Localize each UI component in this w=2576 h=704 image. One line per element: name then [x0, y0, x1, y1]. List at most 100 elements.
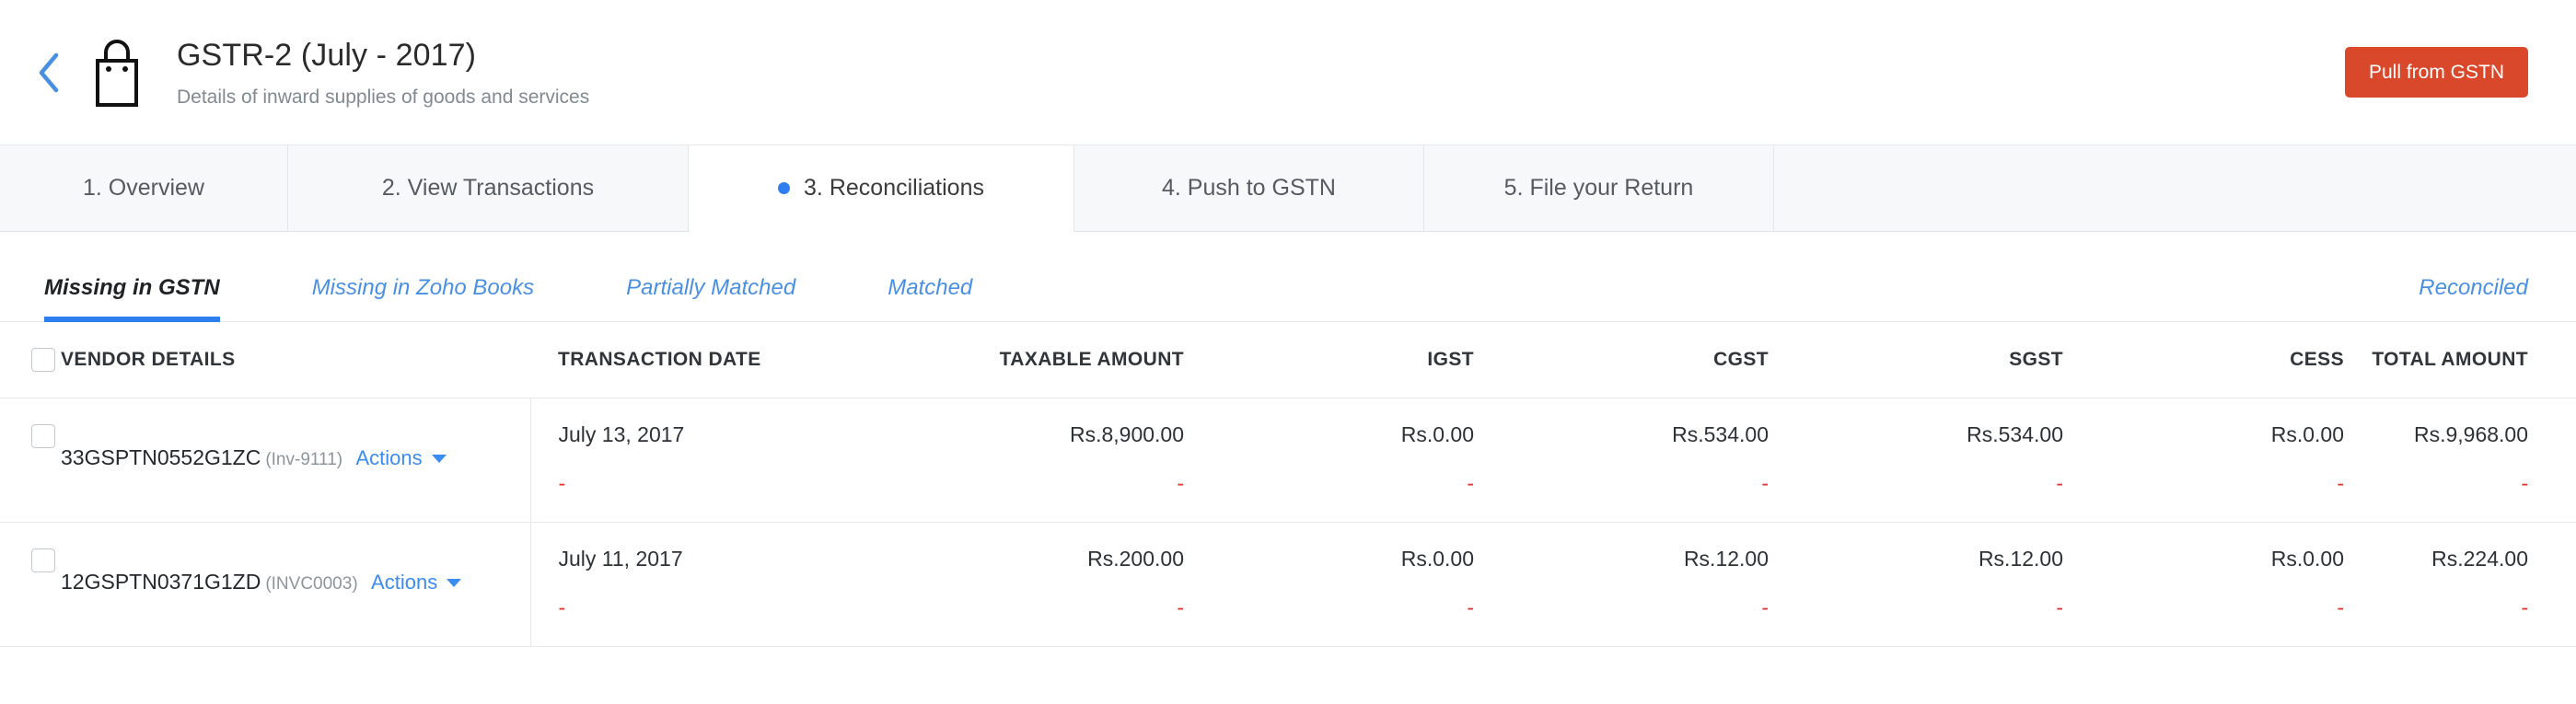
cell-igst: Rs.0.00 -	[1212, 522, 1506, 647]
taxable-amount-value: Rs.200.00	[1087, 547, 1184, 571]
cell-sgst: Rs.12.00 -	[1801, 522, 2095, 647]
chevron-left-icon	[37, 52, 61, 94]
table-head: VENDOR DETAILS TRANSACTION DATE TAXABLE …	[0, 322, 2576, 398]
tab-push-to-gstn[interactable]: 4. Push to GSTN	[1074, 145, 1424, 231]
cell-sgst: Rs.534.00 -	[1801, 398, 2095, 523]
cgst-placeholder: -	[1761, 471, 1769, 495]
igst-placeholder: -	[1467, 471, 1474, 495]
subtab-missing-in-gstn[interactable]: Missing in GSTN	[44, 275, 220, 322]
header-vendor-details: VENDOR DETAILS	[52, 322, 530, 398]
header-total-amount: TOTAL AMOUNT	[2372, 322, 2576, 398]
cell-total-amount: Rs.224.00 -	[2372, 522, 2576, 647]
total-amount-placeholder: -	[2521, 595, 2528, 619]
page-header: GSTR-2 (July - 2017) Details of inward s…	[0, 0, 2576, 145]
cell-vendor-details: 12GSPTN0371G1ZD (INVC0003) Actions	[52, 522, 531, 647]
table-header-row: VENDOR DETAILS TRANSACTION DATE TAXABLE …	[0, 322, 2576, 398]
sub-tabs: Missing in GSTN Missing in Zoho Books Pa…	[0, 232, 2576, 322]
total-amount-value: Rs.224.00	[2431, 547, 2528, 571]
header-cess: CESS	[2095, 322, 2372, 398]
page-subtitle: Details of inward supplies of goods and …	[177, 86, 590, 108]
table-row: 33GSPTN0552G1ZC (Inv-9111) Actions July 1…	[0, 398, 2576, 523]
cess-value: Rs.0.00	[2270, 422, 2344, 446]
tab-reconciliations[interactable]: 3. Reconciliations	[689, 145, 1074, 232]
cell-total-amount: Rs.9,968.00 -	[2372, 398, 2576, 523]
igst-placeholder: -	[1467, 595, 1474, 619]
total-amount-placeholder: -	[2521, 471, 2528, 495]
chevron-down-icon	[431, 454, 447, 463]
cell-cgst: Rs.534.00 -	[1506, 398, 1801, 523]
select-all-header	[0, 322, 55, 398]
cess-placeholder: -	[2337, 595, 2344, 619]
cess-value: Rs.0.00	[2270, 547, 2344, 571]
reconciled-link[interactable]: Reconciled	[2419, 275, 2528, 321]
taxable-amount-value: Rs.8,900.00	[1069, 422, 1184, 446]
cell-taxable-amount: Rs.200.00 -	[866, 522, 1212, 647]
tab-reconciliations-label: 3. Reconciliations	[804, 175, 984, 201]
subtab-missing-in-zoho-books[interactable]: Missing in Zoho Books	[312, 275, 534, 321]
cell-igst: Rs.0.00 -	[1212, 398, 1506, 523]
step-tabs-filler	[1774, 145, 2576, 231]
vendor-reference: (Inv-9111)	[265, 450, 343, 469]
back-button[interactable]	[31, 46, 66, 99]
table-row: 12GSPTN0371G1ZD (INVC0003) Actions July 1…	[0, 522, 2576, 647]
total-amount-value: Rs.9,968.00	[2413, 422, 2528, 446]
gstr2-reconciliations-page: GSTR-2 (July - 2017) Details of inward s…	[0, 0, 2576, 704]
cell-vendor-details: 33GSPTN0552G1ZC (Inv-9111) Actions	[52, 398, 531, 523]
transaction-date-placeholder: -	[558, 471, 566, 495]
cell-transaction-date: July 13, 2017 -	[530, 398, 866, 523]
row-checkbox[interactable]	[31, 424, 55, 448]
reconciliation-table: VENDOR DETAILS TRANSACTION DATE TAXABLE …	[0, 322, 2576, 647]
cgst-value: Rs.12.00	[1683, 547, 1769, 571]
igst-value: Rs.0.00	[1400, 422, 1474, 446]
vendor-gstin: 33GSPTN0552G1ZC	[61, 445, 261, 469]
cess-placeholder: -	[2337, 471, 2344, 495]
header-sgst: SGST	[1801, 322, 2095, 398]
title-block: GSTR-2 (July - 2017) Details of inward s…	[177, 36, 2345, 109]
taxable-amount-placeholder: -	[1177, 595, 1184, 619]
tab-push-to-gstn-label: 4. Push to GSTN	[1162, 175, 1336, 201]
header-igst: IGST	[1212, 322, 1506, 398]
subtab-partially-matched[interactable]: Partially Matched	[626, 275, 795, 321]
sgst-placeholder: -	[2056, 471, 2063, 495]
cell-taxable-amount: Rs.8,900.00 -	[866, 398, 1212, 523]
pull-from-gstn-button[interactable]: Pull from GSTN	[2344, 46, 2528, 98]
actions-label: Actions	[371, 571, 438, 594]
row-select-cell	[0, 398, 55, 523]
transaction-date-value: July 11, 2017	[558, 547, 683, 571]
tab-file-your-return-label: 5. File your Return	[1503, 175, 1694, 201]
active-step-dot-icon	[778, 182, 791, 194]
cgst-value: Rs.534.00	[1672, 422, 1769, 446]
subtab-matched[interactable]: Matched	[888, 275, 972, 321]
table-body: 33GSPTN0552G1ZC (Inv-9111) Actions July 1…	[0, 398, 2576, 647]
cell-cgst: Rs.12.00 -	[1506, 522, 1801, 647]
tab-view-transactions[interactable]: 2. View Transactions	[288, 145, 689, 231]
select-all-checkbox[interactable]	[31, 348, 55, 372]
cell-transaction-date: July 11, 2017 -	[530, 522, 866, 647]
actions-dropdown[interactable]: Actions	[371, 571, 462, 594]
sgst-placeholder: -	[2056, 595, 2063, 619]
cgst-placeholder: -	[1761, 595, 1769, 619]
sgst-value: Rs.534.00	[1967, 422, 2063, 446]
row-select-cell	[0, 522, 55, 647]
igst-value: Rs.0.00	[1400, 547, 1474, 571]
tab-file-your-return[interactable]: 5. File your Return	[1424, 145, 1774, 231]
cell-cess: Rs.0.00 -	[2095, 398, 2372, 523]
tab-overview[interactable]: 1. Overview	[0, 145, 288, 231]
chevron-down-icon	[447, 578, 462, 587]
header-taxable-amount: TAXABLE AMOUNT	[866, 322, 1212, 398]
taxable-amount-placeholder: -	[1177, 471, 1184, 495]
transaction-date-value: July 13, 2017	[558, 422, 685, 446]
tab-overview-label: 1. Overview	[83, 175, 204, 201]
step-tabs: 1. Overview 2. View Transactions 3. Reco…	[0, 145, 2576, 232]
cell-cess: Rs.0.00 -	[2095, 522, 2372, 647]
header-transaction-date: TRANSACTION DATE	[530, 322, 866, 398]
transaction-date-placeholder: -	[558, 595, 566, 619]
sgst-value: Rs.12.00	[1978, 547, 2063, 571]
header-cgst: CGST	[1506, 322, 1801, 398]
vendor-gstin: 12GSPTN0371G1ZD	[61, 570, 261, 594]
actions-dropdown[interactable]: Actions	[356, 446, 447, 470]
actions-label: Actions	[355, 446, 423, 469]
tab-view-transactions-label: 2. View Transactions	[381, 175, 595, 201]
page-title: GSTR-2 (July - 2017)	[177, 38, 477, 74]
row-checkbox[interactable]	[31, 548, 55, 572]
